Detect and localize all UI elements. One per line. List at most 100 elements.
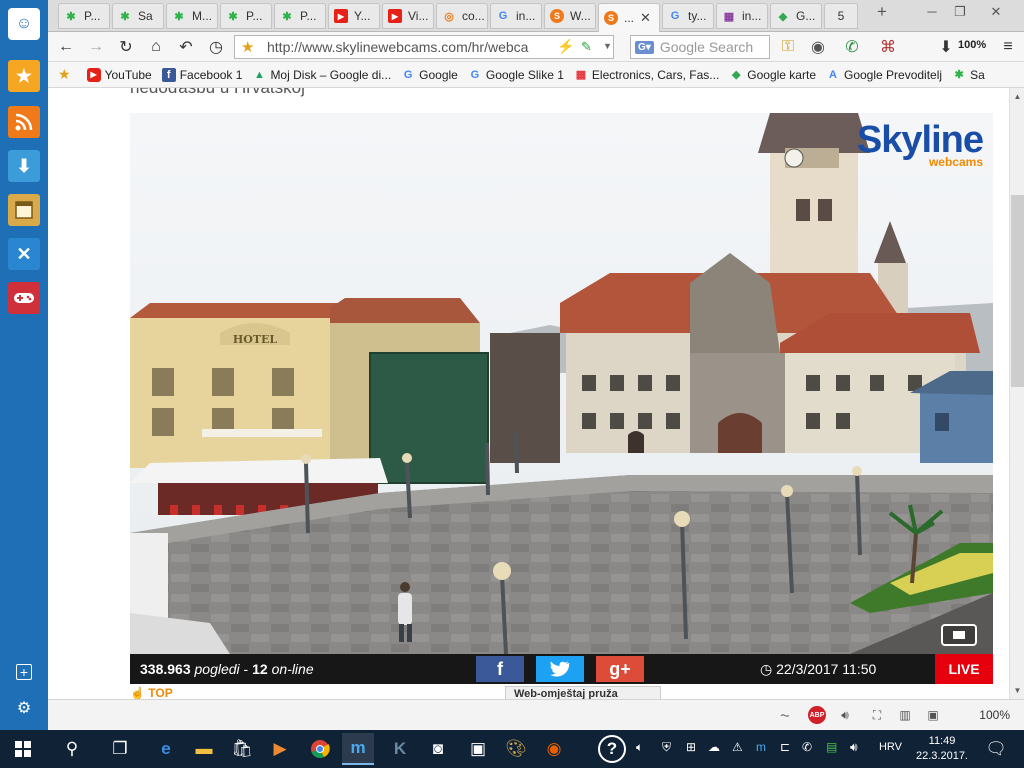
cloud-tray-icon[interactable]: ☁ [708,740,720,754]
start-windows-icon[interactable] [7,733,39,765]
bookmark-google-images[interactable]: G Google Slike 1 [468,68,564,82]
task-view-icon[interactable]: ❐ [104,733,136,765]
firefox-icon[interactable]: ◉ [538,733,570,765]
bookmark-star-icon[interactable]: ★ [241,38,254,56]
volume-tray-icon[interactable]: 🔈︎ [636,740,643,755]
fullscreen-icon[interactable]: ⛶ [868,706,886,724]
close-window-icon[interactable]: ✕ [984,4,1008,24]
edge-icon[interactable]: e [150,733,182,765]
tab[interactable]: ✱ P... [220,3,272,29]
notes-icon[interactable] [8,194,40,226]
history-clock-icon[interactable]: ◷ [206,37,226,57]
image-toggle-icon[interactable]: ▣ [924,706,942,724]
minimize-icon[interactable]: ─ [920,4,944,24]
add-panel-icon[interactable]: + [16,664,32,680]
lightning-icon[interactable]: ⚡ [557,38,574,55]
search-box[interactable]: G▾ Google Search [630,35,770,59]
phone-tray-icon[interactable]: ✆ [802,740,812,754]
rss-icon[interactable] [8,106,40,138]
page-zoom-level[interactable]: 100% [979,708,1010,722]
tab-active[interactable]: S... ✕ [598,3,660,32]
file-explorer-icon[interactable]: ▬ [188,733,220,765]
new-tab-button[interactable]: + [870,2,894,22]
tab[interactable]: ▦ in... [716,3,768,29]
pin-green-icon[interactable]: ✎ [581,39,592,55]
tab[interactable]: ▶ Vi... [382,3,434,29]
tab[interactable]: ✱ Sa [112,3,164,29]
network-tray-icon[interactable]: ⊏ [780,740,790,754]
undo-close-tab-icon[interactable]: ↶ [176,37,196,57]
accommodation-button[interactable]: Web-omještaj pruža [505,686,661,699]
game-controller-icon[interactable] [8,282,40,314]
screenshot-tool-icon[interactable]: ▣ [462,733,494,765]
smiley-icon[interactable]: ☺ [8,8,40,40]
tab[interactable]: ▶ Y... [328,3,380,29]
split-view-icon[interactable]: ▥ [896,706,914,724]
bookmark-ebay[interactable]: ▦ Electronics, Cars, Fas... [574,68,720,82]
bookmark-facebook[interactable]: f Facebook 1 [161,67,242,82]
facebook-share-button[interactable]: f [476,656,524,682]
tab[interactable]: ◆ G... [770,3,822,29]
scroll-down-icon[interactable]: ▼ [1010,686,1024,695]
back-arrow-icon[interactable]: ← [56,37,76,57]
scroll-up-icon[interactable]: ▲ [1010,92,1024,101]
speaker-tray-icon[interactable]: 🔊︎ [850,740,858,755]
reload-icon[interactable]: ↻ [116,37,136,57]
tab[interactable]: Gin... [490,3,542,29]
warning-tray-icon[interactable]: ⚠ [732,740,743,754]
defender-shield-icon[interactable]: ⛨ [662,740,671,755]
keyboard-language[interactable]: HRV [879,741,902,753]
bookmark-google[interactable]: G Google [401,68,458,82]
search-icon[interactable]: ⚲ [56,733,88,765]
settings-gear-icon[interactable]: ⚙ [14,698,34,718]
page-scrollbar[interactable]: ▲ ▼ [1009,88,1024,699]
volume-icon[interactable]: 🔊︎ [836,706,854,724]
tools-icon[interactable]: ✕ [8,238,40,270]
tab[interactable]: ✱ P... [58,3,110,29]
bookmark-google-translate[interactable]: A Google Prevoditelj [826,68,942,82]
media-player-icon[interactable]: ▶ [264,733,296,765]
download-arrow-icon[interactable]: ⬇ [936,37,956,57]
chrome-icon[interactable] [304,733,336,765]
windows-tray-icon[interactable]: ⊞ [686,740,696,754]
toolbar-zoom-level[interactable]: 100% [958,39,986,51]
google-search-engine-icon[interactable]: G▾ [635,40,654,54]
notifications-icon[interactable]: 🗨︎ [980,733,1012,765]
help-question-icon[interactable]: ? [598,735,626,763]
bookmark-youtube[interactable]: ▶ YouTube [86,67,152,82]
forward-arrow-icon[interactable]: → [86,37,106,57]
twitter-share-button[interactable] [536,656,584,682]
video-app-icon[interactable]: ◙ [422,733,454,765]
app-tray-icon[interactable]: ▤ [826,740,837,754]
bookmark-sa[interactable]: ✱ Sa [952,68,984,82]
tab-overflow-counter[interactable]: 5 [824,3,858,29]
menu-icon[interactable]: ≡ [998,37,1018,57]
bookmarks-star-icon[interactable]: ★ [8,60,40,92]
tab[interactable]: S W... [544,3,596,29]
close-tab-icon[interactable]: ✕ [640,10,651,26]
maxthon-browser-icon[interactable]: m [342,733,374,765]
toolbar-extension-icon[interactable]: ⌘ [878,37,898,57]
downloads-icon[interactable]: ⬇ [8,150,40,182]
back-to-top-link[interactable]: ☝ TOP [130,686,173,699]
google-plus-share-button[interactable]: g+ [596,656,644,682]
tab[interactable]: ◎ co... [436,3,488,29]
home-icon[interactable]: ⌂ [146,37,166,57]
url-dropdown-icon[interactable]: ▼ [603,41,612,51]
key-icon[interactable]: ⚿ [778,37,798,57]
restore-icon[interactable]: ❐ [948,4,972,24]
camera-icon[interactable]: ◉ [808,37,828,57]
system-clock[interactable]: 11:49 22.3.2017. [916,734,968,764]
scrollbar-thumb[interactable] [1011,195,1024,387]
klite-codec-icon[interactable]: K [384,733,416,765]
store-icon[interactable]: 🛍︎ [226,733,258,765]
paint-icon[interactable]: 🎨︎ [500,733,532,765]
bookmark-google-drive[interactable]: ▲ Moj Disk – Google di... [252,68,391,82]
adblock-icon[interactable]: ABP [808,706,826,724]
translate-icon[interactable]: ✆ [842,37,862,57]
maxthon-tray-icon[interactable]: m [756,740,766,754]
tab[interactable]: ✱ P... [274,3,326,29]
tab[interactable]: Gty... [662,3,714,29]
bookmarks-star-icon[interactable]: ★ [58,66,71,83]
address-bar[interactable]: ★ http://www.skylinewebcams.com/hr/webca… [234,35,614,59]
